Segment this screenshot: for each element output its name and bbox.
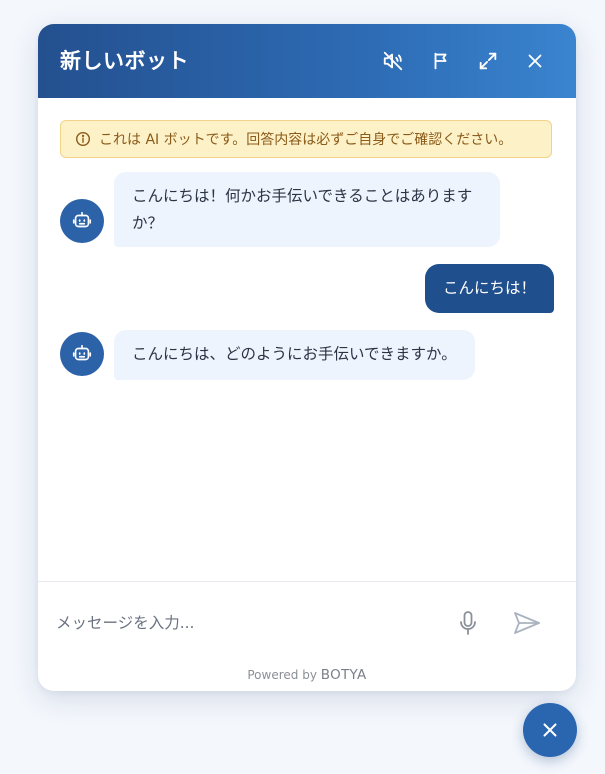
close-icon: [543, 723, 557, 737]
bot-avatar: [60, 199, 104, 243]
powered-prefix: Powered by: [247, 668, 317, 682]
bot-message: こんにちは、どのようにお手伝いできますか。: [114, 330, 475, 380]
close-chat-button[interactable]: [523, 703, 577, 757]
notice-text: これは AI ボットです。回答内容は必ずご自身でご確認ください。: [99, 132, 513, 148]
info-icon: [75, 131, 91, 147]
chat-header: 新しいボット: [38, 24, 576, 98]
robot-icon: [72, 344, 92, 361]
powered-by: Powered by BOTYA: [38, 667, 576, 683]
flag-icon[interactable]: [428, 48, 454, 74]
bot-title: 新しいボット: [60, 49, 189, 73]
composer-divider: [38, 581, 576, 582]
robot-icon: [72, 211, 92, 228]
user-message: こんにちは！: [424, 264, 554, 313]
mute-icon[interactable]: [380, 48, 406, 74]
expand-icon[interactable]: [475, 48, 501, 74]
chat-widget: 新しいボット これは AI ボットです。回答内容は必ずご自身でご確認ください。 …: [38, 24, 576, 691]
brand-name: BOTYA: [320, 667, 367, 683]
message-input[interactable]: [54, 604, 438, 642]
ai-disclaimer-notice: これは AI ボットです。回答内容は必ずご自身でご確認ください。: [60, 120, 552, 158]
bot-avatar: [60, 332, 104, 376]
send-icon[interactable]: [512, 610, 542, 636]
close-icon[interactable]: [522, 48, 548, 74]
bot-message: こんにちは！何かお手伝いできることはありますか？: [114, 172, 500, 247]
microphone-icon[interactable]: [456, 610, 480, 636]
